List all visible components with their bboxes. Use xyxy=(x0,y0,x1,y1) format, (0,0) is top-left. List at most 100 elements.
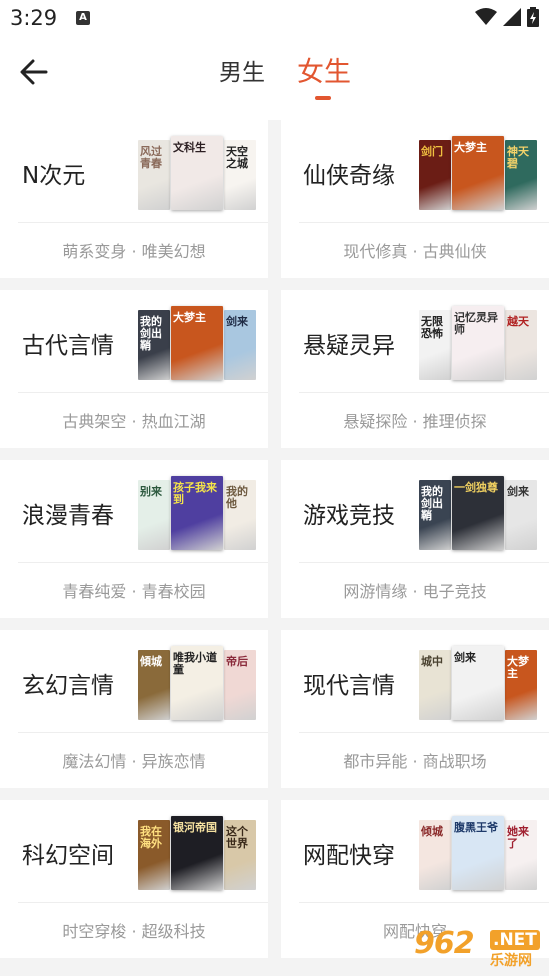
category-covers: 我的剑出鞘 一剑独尊 剑来 xyxy=(419,476,537,550)
book-cover-title: 剑来 xyxy=(507,485,529,498)
book-cover-title: 孩子我来到 xyxy=(173,481,217,506)
book-cover-title: 银河帝国 xyxy=(173,821,217,834)
book-cover-title: 傾城 xyxy=(140,655,162,668)
book-cover: 大梦主 xyxy=(452,136,504,210)
book-cover-title: 天空之城 xyxy=(226,145,248,170)
book-cover: 唯我小道童 xyxy=(171,646,223,720)
category-title: 游戏竞技 xyxy=(303,503,395,529)
category-covers: 倾城 腹黑王爷 她来了 xyxy=(419,816,537,890)
category-subtitle: 青春纯爱 · 青春校园 xyxy=(62,582,206,601)
book-cover-title: 我在海外 xyxy=(140,825,162,850)
book-cover-title: 剑来 xyxy=(454,651,476,664)
card-divider xyxy=(18,562,268,563)
book-cover-title: 腹黑王爷 xyxy=(454,821,498,834)
category-card[interactable]: 悬疑灵异 无限恐怖 记忆灵异师 越天 悬疑探险 · 推理侦探 xyxy=(281,290,549,448)
back-arrow-icon xyxy=(20,59,48,85)
card-divider xyxy=(299,562,549,563)
book-cover: 天空之城 xyxy=(224,140,256,210)
book-cover-title: 我的他 xyxy=(226,485,248,510)
book-cover-title: 剑来 xyxy=(226,315,248,328)
category-covers: 我的剑出鞘 大梦主 剑来 xyxy=(138,306,256,380)
book-cover-title: 我的剑出鞘 xyxy=(140,315,162,352)
book-cover: 记忆灵异师 xyxy=(452,306,504,380)
book-cover-title: 倾城 xyxy=(421,825,443,838)
book-cover-title: 城中 xyxy=(421,655,443,668)
category-card[interactable]: N次元 风过青春 文科生 天空之城萌系变身 · 唯美幻想 xyxy=(0,120,268,278)
category-subtitle: 悬疑探险 · 推理侦探 xyxy=(343,412,487,431)
category-title: 现代言情 xyxy=(303,673,395,699)
category-card[interactable]: 古代言情 我的剑出鞘 大梦主 剑来 古典架空 · 热血江湖 xyxy=(0,290,268,448)
category-title: 网配快穿 xyxy=(303,843,395,869)
battery-icon xyxy=(527,7,539,27)
category-subtitle: 现代修真 · 古典仙侠 xyxy=(343,242,487,261)
book-cover-title: 我的剑出鞘 xyxy=(421,485,443,522)
category-subtitle: 都市异能 · 商战职场 xyxy=(343,752,487,771)
book-cover: 帝后 xyxy=(224,650,256,720)
category-subtitle: 时空穿梭 · 超级科技 xyxy=(62,922,206,941)
category-covers: 傾城 唯我小道童 帝后 xyxy=(138,646,256,720)
category-card[interactable]: 玄幻言情 傾城 唯我小道童 帝后 魔法幻情 · 异族恋情 xyxy=(0,630,268,788)
book-cover: 大梦主 xyxy=(505,650,537,720)
back-button[interactable] xyxy=(14,54,54,90)
book-cover: 腹黑王爷 xyxy=(452,816,504,890)
category-title: 玄幻言情 xyxy=(22,673,114,699)
active-tab-indicator xyxy=(315,96,331,100)
tab-male[interactable]: 男生 xyxy=(219,56,265,90)
book-cover: 剑来 xyxy=(452,646,504,720)
book-cover-title: 别来 xyxy=(140,485,162,498)
book-cover-title: 风过青春 xyxy=(140,145,162,170)
status-bar: 3:29 A xyxy=(0,0,549,36)
signal-icon xyxy=(503,8,521,26)
category-subtitle: 古典架空 · 热血江湖 xyxy=(62,412,206,431)
book-cover-title: 她来了 xyxy=(507,825,529,850)
book-cover-title: 神天碧 xyxy=(507,145,529,170)
book-cover-title: 帝后 xyxy=(226,655,248,668)
book-cover-title: 剑门 xyxy=(421,145,443,158)
book-cover: 风过青春 xyxy=(138,140,170,210)
book-cover-title: 记忆灵异师 xyxy=(454,311,498,336)
tab-female[interactable]: 女生 xyxy=(297,56,351,90)
category-subtitle: 魔法幻情 · 异族恋情 xyxy=(62,752,206,771)
card-divider xyxy=(299,392,549,393)
book-cover-title: 唯我小道童 xyxy=(173,651,217,676)
category-covers: 我在海外 银河帝国 这个世界 xyxy=(138,816,256,890)
card-divider xyxy=(18,392,268,393)
status-time: 3:29 xyxy=(10,6,58,30)
watermark-sub: 乐游网 xyxy=(490,953,532,969)
category-covers: 别来 孩子我来到 我的他 xyxy=(138,476,256,550)
card-divider xyxy=(299,222,549,223)
category-card[interactable]: 浪漫青春 别来 孩子我来到 我的他 青春纯爱 · 青春校园 xyxy=(0,460,268,618)
book-cover: 我的他 xyxy=(224,480,256,550)
book-cover: 她来了 xyxy=(505,820,537,890)
book-cover-title: 一剑独尊 xyxy=(454,481,498,494)
book-cover: 这个世界 xyxy=(224,820,256,890)
book-cover-title: 大梦主 xyxy=(507,655,529,680)
book-cover: 银河帝国 xyxy=(171,816,223,890)
book-cover-title: 文科生 xyxy=(173,141,206,154)
watermark: 962 .NET 乐游网 xyxy=(414,926,542,970)
watermark-net: .NET xyxy=(490,930,540,950)
category-card[interactable]: 仙侠奇缘 剑门 大梦主 神天碧 现代修真 · 古典仙侠 xyxy=(281,120,549,278)
watermark-logo: 962 xyxy=(414,926,475,961)
card-divider xyxy=(18,732,268,733)
card-divider xyxy=(18,222,268,223)
book-cover-title: 无限恐怖 xyxy=(421,315,443,340)
category-card[interactable]: 游戏竞技 我的剑出鞘 一剑独尊 剑来 网游情缘 · 电子竞技 xyxy=(281,460,549,618)
book-cover-title: 大梦主 xyxy=(454,141,487,154)
category-title: 浪漫青春 xyxy=(22,503,114,529)
book-cover: 剑门 xyxy=(419,140,451,210)
category-covers: 城中 剑来 大梦主 xyxy=(419,646,537,720)
category-covers: 无限恐怖 记忆灵异师 越天 xyxy=(419,306,537,380)
category-subtitle: 萌系变身 · 唯美幻想 xyxy=(62,242,206,261)
wifi-icon xyxy=(475,8,497,25)
category-card[interactable]: 科幻空间 我在海外 银河帝国 这个世界 时空穿梭 · 超级科技 xyxy=(0,800,268,958)
book-cover: 傾城 xyxy=(138,650,170,720)
book-cover-title: 越天 xyxy=(507,315,529,328)
card-divider xyxy=(18,902,268,903)
book-cover: 越天 xyxy=(505,310,537,380)
category-subtitle: 网游情缘 · 电子竞技 xyxy=(343,582,487,601)
category-title: N次元 xyxy=(22,163,86,189)
book-cover: 剑来 xyxy=(224,310,256,380)
category-title: 科幻空间 xyxy=(22,843,114,869)
category-card[interactable]: 现代言情 城中 剑来 大梦主都市异能 · 商战职场 xyxy=(281,630,549,788)
